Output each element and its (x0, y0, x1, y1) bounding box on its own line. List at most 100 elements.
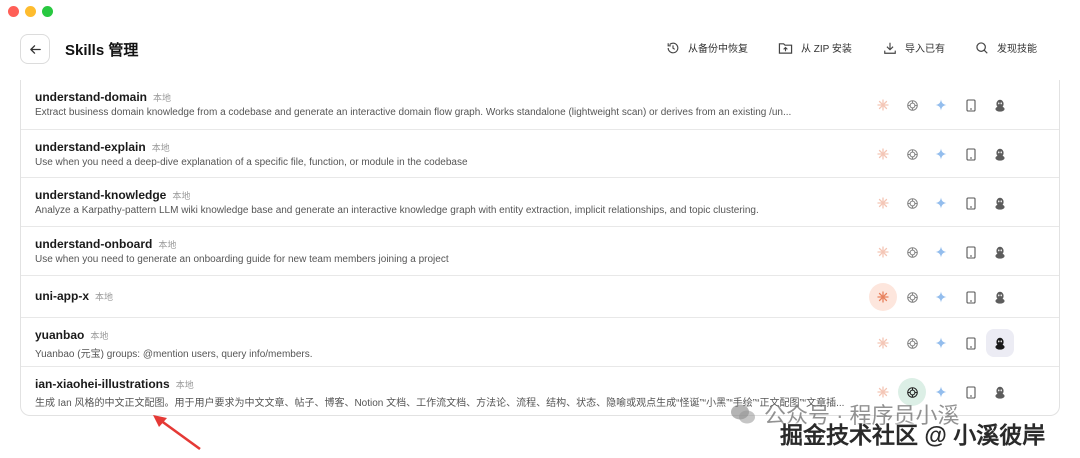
claude-icon (877, 337, 889, 349)
skill-app-toggles (869, 140, 1049, 168)
openai-icon (906, 337, 918, 349)
gemini-sparkle-toggle[interactable] (927, 329, 955, 357)
gemini-sparkle-icon (935, 246, 947, 258)
skill-description: Use when you need to generate an onboard… (35, 254, 449, 265)
skill-row[interactable]: yuanbao 本地 Yuanbao (元宝) groups: @mention u… (21, 318, 1059, 367)
device-icon (966, 336, 976, 350)
skill-source-tag: 本地 (90, 331, 109, 341)
skill-app-toggles (869, 91, 1049, 119)
skill-name: understand-domain (35, 90, 148, 104)
openai-toggle[interactable] (898, 329, 926, 357)
install-zip-button[interactable]: 从 ZIP 安装 (778, 40, 852, 55)
skill-name: yuanbao (35, 328, 85, 342)
claude-icon (877, 148, 889, 160)
qq-penguin-toggle[interactable] (986, 91, 1014, 119)
claude-icon (877, 291, 889, 303)
gemini-sparkle-toggle[interactable] (927, 283, 955, 311)
qq-penguin-icon (995, 337, 1005, 350)
device-toggle[interactable] (957, 91, 985, 119)
gemini-sparkle-icon (935, 148, 947, 160)
minimize-window-button[interactable] (25, 6, 36, 17)
openai-icon (906, 99, 918, 111)
claude-toggle[interactable] (869, 189, 897, 217)
qq-penguin-toggle[interactable] (986, 140, 1014, 168)
claude-toggle[interactable] (869, 238, 897, 266)
gemini-sparkle-toggle[interactable] (927, 189, 955, 217)
qq-penguin-toggle[interactable] (986, 283, 1014, 311)
device-toggle[interactable] (957, 378, 985, 406)
qq-penguin-toggle[interactable] (986, 238, 1014, 266)
qq-penguin-toggle[interactable] (986, 189, 1014, 217)
gemini-sparkle-toggle[interactable] (927, 140, 955, 168)
claude-toggle[interactable] (869, 140, 897, 168)
claude-toggle[interactable] (869, 91, 897, 119)
openai-icon (906, 246, 918, 258)
device-toggle[interactable] (957, 238, 985, 266)
qq-penguin-icon (995, 148, 1005, 161)
openai-icon (906, 386, 918, 398)
qq-penguin-toggle[interactable] (986, 378, 1014, 406)
device-icon (966, 385, 976, 399)
qq-penguin-icon (995, 386, 1005, 399)
device-toggle[interactable] (957, 140, 985, 168)
discover-skills-label: 发现技能 (997, 44, 1037, 55)
skill-header: yuanbao 本地 (35, 328, 108, 342)
watermark-juejin: 掘金技术社区 @ 小溪彼岸 (780, 422, 1046, 448)
skill-row[interactable]: understand-knowledge 本地 Analyze a Karpathy… (21, 178, 1059, 227)
openai-toggle[interactable] (898, 140, 926, 168)
gemini-sparkle-toggle[interactable] (927, 91, 955, 119)
skill-header: uni-app-x 本地 (35, 289, 113, 303)
skill-header: understand-domain 本地 (35, 90, 171, 104)
close-window-button[interactable] (8, 6, 19, 17)
skill-source-tag: 本地 (158, 240, 177, 250)
folder-upload-icon (778, 42, 793, 54)
device-icon (966, 98, 976, 112)
skill-row[interactable]: understand-explain 本地 Use when you need a … (21, 130, 1059, 178)
skill-header: understand-explain 本地 (35, 140, 170, 154)
skill-app-toggles (869, 283, 1049, 311)
openai-toggle[interactable] (898, 189, 926, 217)
skill-description: Yuanbao (元宝) groups: @mention users, que… (35, 349, 313, 360)
skill-header: understand-onboard 本地 (35, 237, 176, 251)
device-icon (966, 196, 976, 210)
annotation-arrow (153, 415, 201, 451)
skill-header: ian-xiaohei-illustrations 本地 (35, 377, 194, 391)
skill-description: Use when you need a deep-dive explanatio… (35, 157, 468, 168)
claude-toggle[interactable] (869, 283, 897, 311)
header-toolbar: 从备份中恢复 从 ZIP 安装 导入已有 发现技能 (0, 40, 1080, 60)
skill-name: understand-explain (35, 140, 146, 154)
device-toggle[interactable] (957, 189, 985, 217)
skill-row[interactable]: understand-onboard 本地 Use when you need to… (21, 227, 1059, 276)
search-icon (976, 41, 988, 54)
device-toggle[interactable] (957, 329, 985, 357)
gemini-sparkle-icon (935, 197, 947, 209)
skill-source-tag: 本地 (172, 191, 191, 201)
skill-source-tag: 本地 (175, 380, 194, 390)
device-toggle[interactable] (957, 283, 985, 311)
skill-app-toggles (869, 189, 1049, 217)
gemini-sparkle-toggle[interactable] (927, 238, 955, 266)
gemini-sparkle-icon (935, 337, 947, 349)
openai-toggle[interactable] (898, 238, 926, 266)
skill-app-toggles (869, 329, 1049, 357)
skill-row[interactable]: understand-domain 本地 Extract business doma… (21, 80, 1059, 130)
skill-name: uni-app-x (35, 289, 89, 303)
skill-row[interactable]: uni-app-x 本地 (21, 276, 1059, 318)
qq-penguin-icon (995, 99, 1005, 112)
openai-toggle[interactable] (898, 283, 926, 311)
skills-list: understand-domain 本地 Extract business doma… (20, 80, 1060, 416)
claude-icon (877, 99, 889, 111)
discover-skills-button[interactable]: 发现技能 (975, 40, 1037, 55)
wechat-icon (731, 404, 755, 424)
claude-icon (877, 197, 889, 209)
openai-toggle[interactable] (898, 91, 926, 119)
skill-name: understand-knowledge (35, 188, 167, 202)
qq-penguin-toggle[interactable] (986, 329, 1014, 357)
import-existing-button[interactable]: 导入已有 (883, 40, 945, 55)
skill-description: Analyze a Karpathy-pattern LLM wiki know… (35, 205, 759, 216)
restore-backup-button[interactable]: 从备份中恢复 (666, 40, 748, 55)
skill-source-tag: 本地 (151, 143, 170, 153)
qq-penguin-icon (995, 197, 1005, 210)
claude-toggle[interactable] (869, 329, 897, 357)
maximize-window-button[interactable] (42, 6, 53, 17)
